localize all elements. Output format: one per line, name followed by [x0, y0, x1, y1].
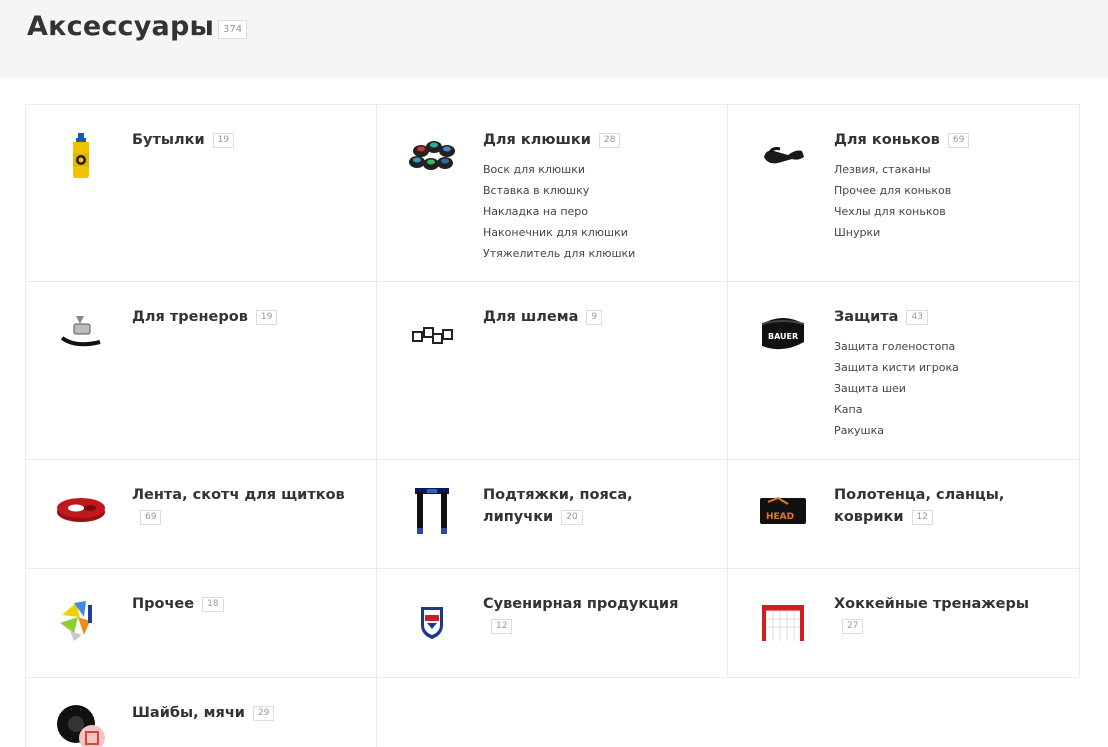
stick-pucks-icon[interactable] — [407, 131, 457, 181]
category-card-helmet[interactable]: Для шлема 9 — [376, 281, 728, 460]
subcategory-link[interactable]: Утяжелитель для клюшки — [483, 243, 635, 264]
count-badge: 19 — [255, 310, 278, 325]
category-title[interactable]: Лента, скотч для щитков69 — [132, 484, 347, 528]
category-card-misc[interactable]: Прочее 18 — [25, 568, 377, 678]
count-badge: 69 — [947, 133, 970, 148]
category-card-tape[interactable]: Лента, скотч для щитков69 — [25, 459, 377, 569]
category-card-skates[interactable]: Для коньков 69 Лезвия, стаканы Прочее для… — [727, 104, 1080, 282]
count-badge: 29 — [252, 706, 275, 721]
towel-mat-icon[interactable]: HEAD — [758, 486, 808, 536]
subcategory-link[interactable]: Ракушка — [834, 420, 959, 441]
category-title[interactable]: Для шлема 9 — [483, 306, 698, 328]
count-badge: 12 — [491, 619, 513, 634]
category-title[interactable]: Бутылки 19 — [132, 129, 347, 151]
category-title[interactable]: Защита 43 — [834, 306, 1049, 328]
category-card-protection[interactable]: BAUER Защита 43 Защита голеностопа Защита… — [727, 281, 1080, 460]
subcategory-link[interactable]: Шнурки — [834, 222, 951, 243]
subcategory-list: Защита голеностопа Защита кисти игрока З… — [834, 336, 959, 441]
category-title[interactable]: Для тренеров 19 — [132, 306, 347, 328]
neck-guard-icon[interactable]: BAUER — [758, 308, 808, 358]
category-card-towels[interactable]: HEAD Полотенца, сланцы, коврики 12 — [727, 459, 1080, 569]
subcategory-link[interactable]: Капа — [834, 399, 959, 420]
count-badge: 27 — [842, 619, 864, 634]
category-title[interactable]: Для клюшки 28 — [483, 129, 698, 151]
subcategory-link[interactable]: Вставка в клюшку — [483, 180, 635, 201]
total-count-badge: 374 — [218, 20, 248, 39]
count-badge: 19 — [212, 133, 235, 148]
subcategory-link[interactable]: Накладка на перо — [483, 201, 635, 222]
count-badge: 12 — [911, 510, 933, 525]
tape-roll-icon[interactable] — [56, 486, 106, 536]
team-logo-icon[interactable] — [407, 595, 457, 645]
subcategory-link[interactable]: Защита кисти игрока — [834, 357, 959, 378]
category-card-pucks[interactable]: Шайбы, мячи 29 — [25, 677, 377, 747]
subcategory-link[interactable]: Воск для клюшки — [483, 159, 635, 180]
subcategory-link[interactable]: Наконечник для клюшки — [483, 222, 635, 243]
category-title[interactable]: Шайбы, мячи 29 — [132, 702, 347, 724]
category-title[interactable]: Хоккейные тренажеры27 — [834, 593, 1049, 637]
page-header: Аксессуары 374 — [0, 0, 1108, 78]
suspenders-icon[interactable] — [407, 486, 457, 536]
count-badge: 43 — [906, 310, 928, 325]
subcategory-list: Лезвия, стаканы Прочее для коньков Чехлы… — [834, 159, 951, 243]
count-badge: 9 — [586, 310, 603, 325]
svg-text:HEAD: HEAD — [766, 512, 794, 522]
count-badge: 20 — [561, 510, 583, 525]
category-card-souvenirs[interactable]: Сувенирная продукция12 — [376, 568, 728, 678]
puck-ball-icon[interactable] — [56, 704, 106, 747]
count-badge: 69 — [140, 510, 162, 525]
subcategory-list: Воск для клюшки Вставка в клюшку Накладк… — [483, 159, 635, 264]
category-title[interactable]: Сувенирная продукция12 — [483, 593, 698, 637]
count-badge: 28 — [598, 133, 621, 148]
page-title: Аксессуары — [27, 11, 215, 42]
helmet-clips-icon[interactable] — [407, 308, 457, 358]
skate-guard-icon[interactable] — [758, 131, 808, 181]
svg-text:BAUER: BAUER — [768, 332, 798, 341]
category-title[interactable]: Для коньков 69 — [834, 129, 1049, 151]
category-card-trainers[interactable]: Хоккейные тренажеры27 — [727, 568, 1080, 678]
category-title[interactable]: Подтяжки, пояса, липучки 20 — [483, 484, 698, 528]
misc-accessories-icon[interactable] — [56, 595, 106, 645]
category-card-stick[interactable]: Для клюшки 28 Воск для клюшки Вставка в к… — [376, 104, 728, 282]
coach-whistle-icon[interactable] — [56, 308, 106, 358]
subcategory-link[interactable]: Чехлы для коньков — [834, 201, 951, 222]
category-title[interactable]: Прочее 18 — [132, 593, 347, 615]
count-badge: 18 — [202, 597, 224, 612]
category-card-bottles[interactable]: Бутылки 19 — [25, 104, 377, 282]
subcategory-link[interactable]: Прочее для коньков — [834, 180, 951, 201]
hockey-goal-icon[interactable] — [758, 595, 808, 645]
category-card-coaches[interactable]: Для тренеров 19 — [25, 281, 377, 460]
subcategory-link[interactable]: Лезвия, стаканы — [834, 159, 951, 180]
bottle-icon[interactable] — [56, 131, 106, 181]
subcategory-link[interactable]: Защита голеностопа — [834, 336, 959, 357]
category-title[interactable]: Полотенца, сланцы, коврики 12 — [834, 484, 1049, 528]
subcategory-link[interactable]: Защита шеи — [834, 378, 959, 399]
category-card-suspenders[interactable]: Подтяжки, пояса, липучки 20 — [376, 459, 728, 569]
